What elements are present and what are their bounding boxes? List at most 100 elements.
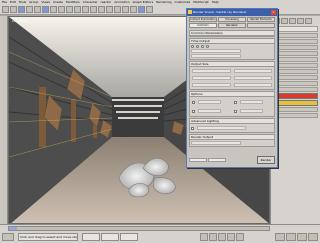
render-output-section: Render Output (189, 134, 275, 147)
video-color-check-checkbox[interactable] (233, 109, 237, 113)
left-toolstrip (0, 16, 8, 224)
display-tab-icon[interactable] (305, 18, 312, 24)
hierarchy-tab-icon[interactable] (289, 18, 296, 24)
option-row (233, 99, 273, 105)
option-row (192, 99, 231, 105)
next-frame-icon[interactable] (227, 233, 235, 241)
pan-icon[interactable] (297, 233, 307, 241)
panel-row[interactable] (273, 39, 318, 44)
tab-renderer[interactable]: Renderer (218, 23, 246, 28)
production-dropdown[interactable] (189, 158, 207, 162)
viewport-dropdown[interactable] (208, 158, 226, 162)
max-toggle-icon[interactable] (308, 233, 318, 241)
status-text: Click and drag to select and move object… (18, 233, 78, 241)
previous-frame-icon[interactable] (209, 233, 217, 241)
option-label-line (239, 100, 263, 104)
y-coordinate-field[interactable] (101, 233, 119, 241)
tab-indirect-illumination[interactable]: Indirect Illumination (189, 17, 217, 22)
frames-radio[interactable] (206, 45, 209, 48)
panel-row[interactable] (273, 57, 318, 62)
option-label-line (198, 109, 222, 113)
schematic-view-icon[interactable] (122, 6, 129, 13)
motion-tab-icon[interactable] (297, 18, 304, 24)
close-icon[interactable]: × (271, 10, 276, 15)
rectangle-select-icon[interactable] (58, 6, 65, 13)
redo-icon[interactable] (10, 6, 17, 13)
panel-row[interactable] (273, 107, 318, 112)
height-field[interactable] (233, 76, 272, 80)
advanced-lighting-label-line (197, 126, 247, 130)
panel-row[interactable] (273, 81, 318, 86)
unlink-icon[interactable] (26, 6, 33, 13)
rotate-icon[interactable] (74, 6, 81, 13)
option-row (233, 108, 273, 114)
viewport-navigation-controls (275, 233, 318, 241)
layer-icon[interactable] (106, 6, 113, 13)
red-swatch[interactable] (273, 93, 318, 99)
section-header: Render Output (190, 135, 274, 140)
tab-processing[interactable]: Processing (218, 17, 246, 22)
output-size-section: Output Size (189, 61, 275, 90)
effects-checkbox[interactable] (233, 100, 237, 104)
x-coordinate-field[interactable] (82, 233, 100, 241)
bind-space-warp-icon[interactable] (34, 6, 41, 13)
modify-tab-icon[interactable] (281, 18, 288, 24)
render-output-field[interactable] (191, 141, 242, 145)
select-object-icon[interactable] (42, 6, 49, 13)
material-editor-icon[interactable] (130, 6, 137, 13)
time-output-section: Time Output (189, 38, 275, 60)
dialog-bottom-bar: Render (189, 155, 275, 165)
status-bar: Click and drag to select and move object… (0, 224, 320, 243)
coordinate-fields (82, 233, 138, 241)
align-icon[interactable] (98, 6, 105, 13)
move-icon[interactable] (66, 6, 73, 13)
aperture-width-field[interactable] (233, 69, 272, 73)
render-setup-icon[interactable] (138, 6, 145, 13)
zoom-icon[interactable] (275, 233, 285, 241)
panel-row[interactable] (273, 113, 318, 118)
panel-row[interactable] (273, 87, 318, 92)
tab-blank (247, 23, 275, 28)
single-radio[interactable] (191, 45, 194, 48)
preset-dropdown[interactable] (192, 69, 231, 73)
select-by-name-icon[interactable] (50, 6, 57, 13)
image-aspect-field[interactable] (192, 83, 231, 87)
z-coordinate-field[interactable] (120, 233, 138, 241)
pixel-aspect-field[interactable] (233, 83, 272, 87)
go-to-start-icon[interactable] (200, 233, 208, 241)
displacement-checkbox[interactable] (192, 109, 195, 113)
active-segment-radio[interactable] (196, 45, 199, 48)
yellow-swatch[interactable] (273, 100, 318, 106)
status-left-button[interactable] (2, 233, 14, 241)
every-nth-frame-field[interactable] (191, 54, 242, 58)
render-icon (188, 10, 192, 14)
curve-editor-icon[interactable] (114, 6, 121, 13)
tab-render-elements[interactable]: Render Elements (247, 17, 275, 22)
play-icon[interactable] (218, 233, 226, 241)
render-tabs: Indirect Illumination Processing Render … (187, 16, 277, 29)
panel-row[interactable] (273, 51, 318, 56)
go-to-end-icon[interactable] (236, 233, 244, 241)
output-size-grid (190, 67, 274, 89)
tab-common[interactable]: Common (189, 23, 217, 28)
render-button[interactable]: Render (257, 156, 275, 164)
panel-row[interactable] (273, 75, 318, 80)
range-radio[interactable] (201, 45, 204, 48)
panel-row[interactable] (273, 33, 318, 38)
panel-row[interactable] (273, 45, 318, 50)
width-field[interactable] (192, 76, 231, 80)
timeline-thumb[interactable] (9, 227, 17, 230)
quick-render-icon[interactable] (146, 6, 153, 13)
select-link-icon[interactable] (18, 6, 25, 13)
timeline-slider[interactable] (8, 226, 270, 231)
panel-row[interactable] (273, 63, 318, 68)
frame-range-field[interactable] (191, 49, 242, 53)
undo-icon[interactable] (2, 6, 9, 13)
advanced-lighting-checkbox[interactable] (191, 126, 194, 130)
atmospherics-checkbox[interactable] (192, 100, 195, 104)
mirror-icon[interactable] (90, 6, 97, 13)
panel-row[interactable] (273, 69, 318, 74)
scale-icon[interactable] (82, 6, 89, 13)
orbit-icon[interactable] (286, 233, 296, 241)
section-header: Advanced Lighting (190, 119, 274, 124)
